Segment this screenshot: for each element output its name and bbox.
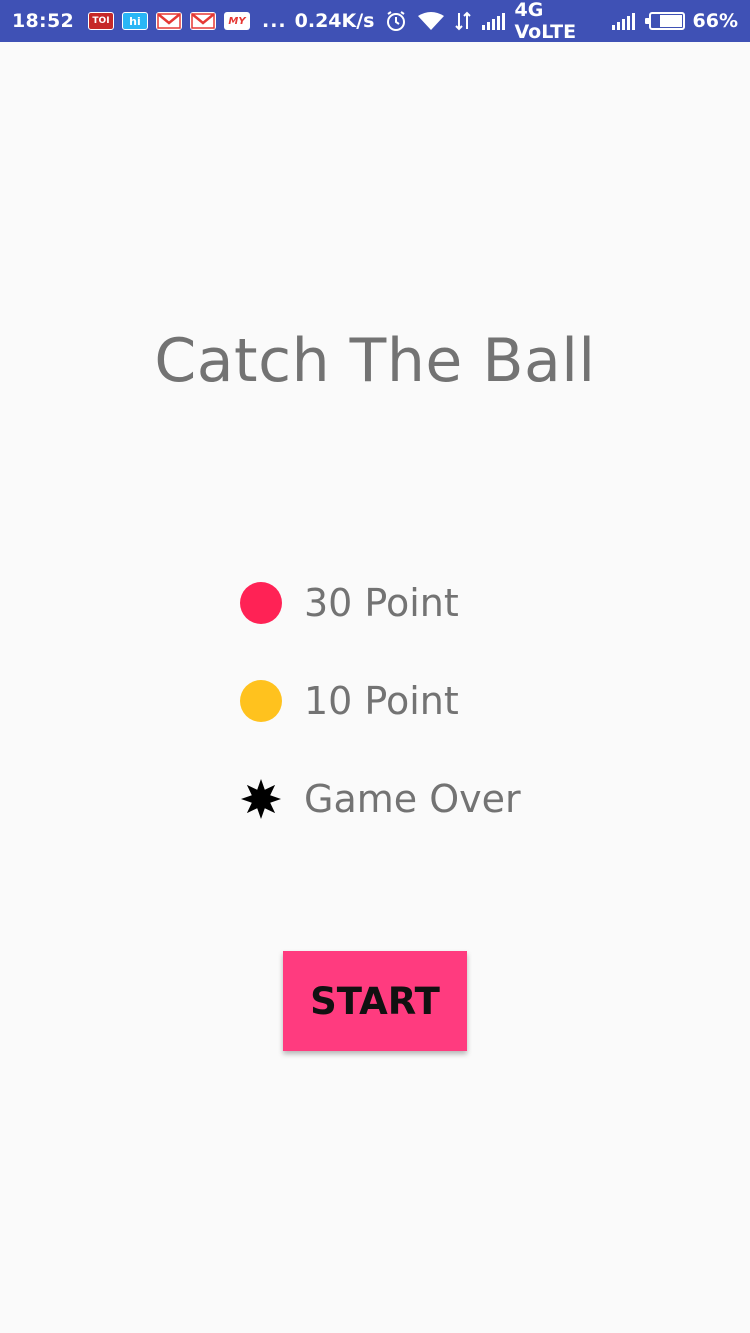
myntra-app-icon: MY (223, 12, 250, 30)
status-bar: 18:52 TOI hi MY ... 0.24K/s 4G VoLTE 66% (0, 0, 750, 43)
more-notifications-icon: ... (261, 10, 287, 32)
network-type: 4G VoLTE (514, 0, 577, 43)
legend-item-10-point: 10 Point (240, 676, 459, 726)
network-speed: 0.24K/s (294, 10, 375, 32)
battery-level (660, 15, 682, 27)
signal-icon (611, 12, 635, 30)
status-time: 18:52 (12, 10, 74, 32)
toi-app-icon: TOI (87, 12, 114, 30)
signal-icon (481, 12, 505, 30)
gmail-icon (189, 12, 216, 30)
legend-label: 30 Point (304, 581, 459, 625)
legend-label: 10 Point (304, 679, 459, 723)
battery-icon (644, 12, 685, 30)
alarm-icon (385, 10, 407, 32)
gmail-icon (155, 12, 182, 30)
legend-item-game-over: Game Over (240, 774, 521, 824)
start-button[interactable]: START (283, 951, 467, 1051)
legend-label: Game Over (304, 777, 521, 821)
black-star-icon (241, 779, 281, 819)
data-transfer-icon (454, 11, 471, 31)
legend-item-30-point: 30 Point (240, 578, 459, 628)
orange-ball-icon (240, 680, 282, 722)
battery-percent: 66% (692, 10, 738, 32)
page-title: Catch The Ball (154, 326, 596, 396)
hi-app-icon: hi (121, 12, 148, 30)
wifi-icon (417, 11, 445, 31)
pink-ball-icon (240, 582, 282, 624)
